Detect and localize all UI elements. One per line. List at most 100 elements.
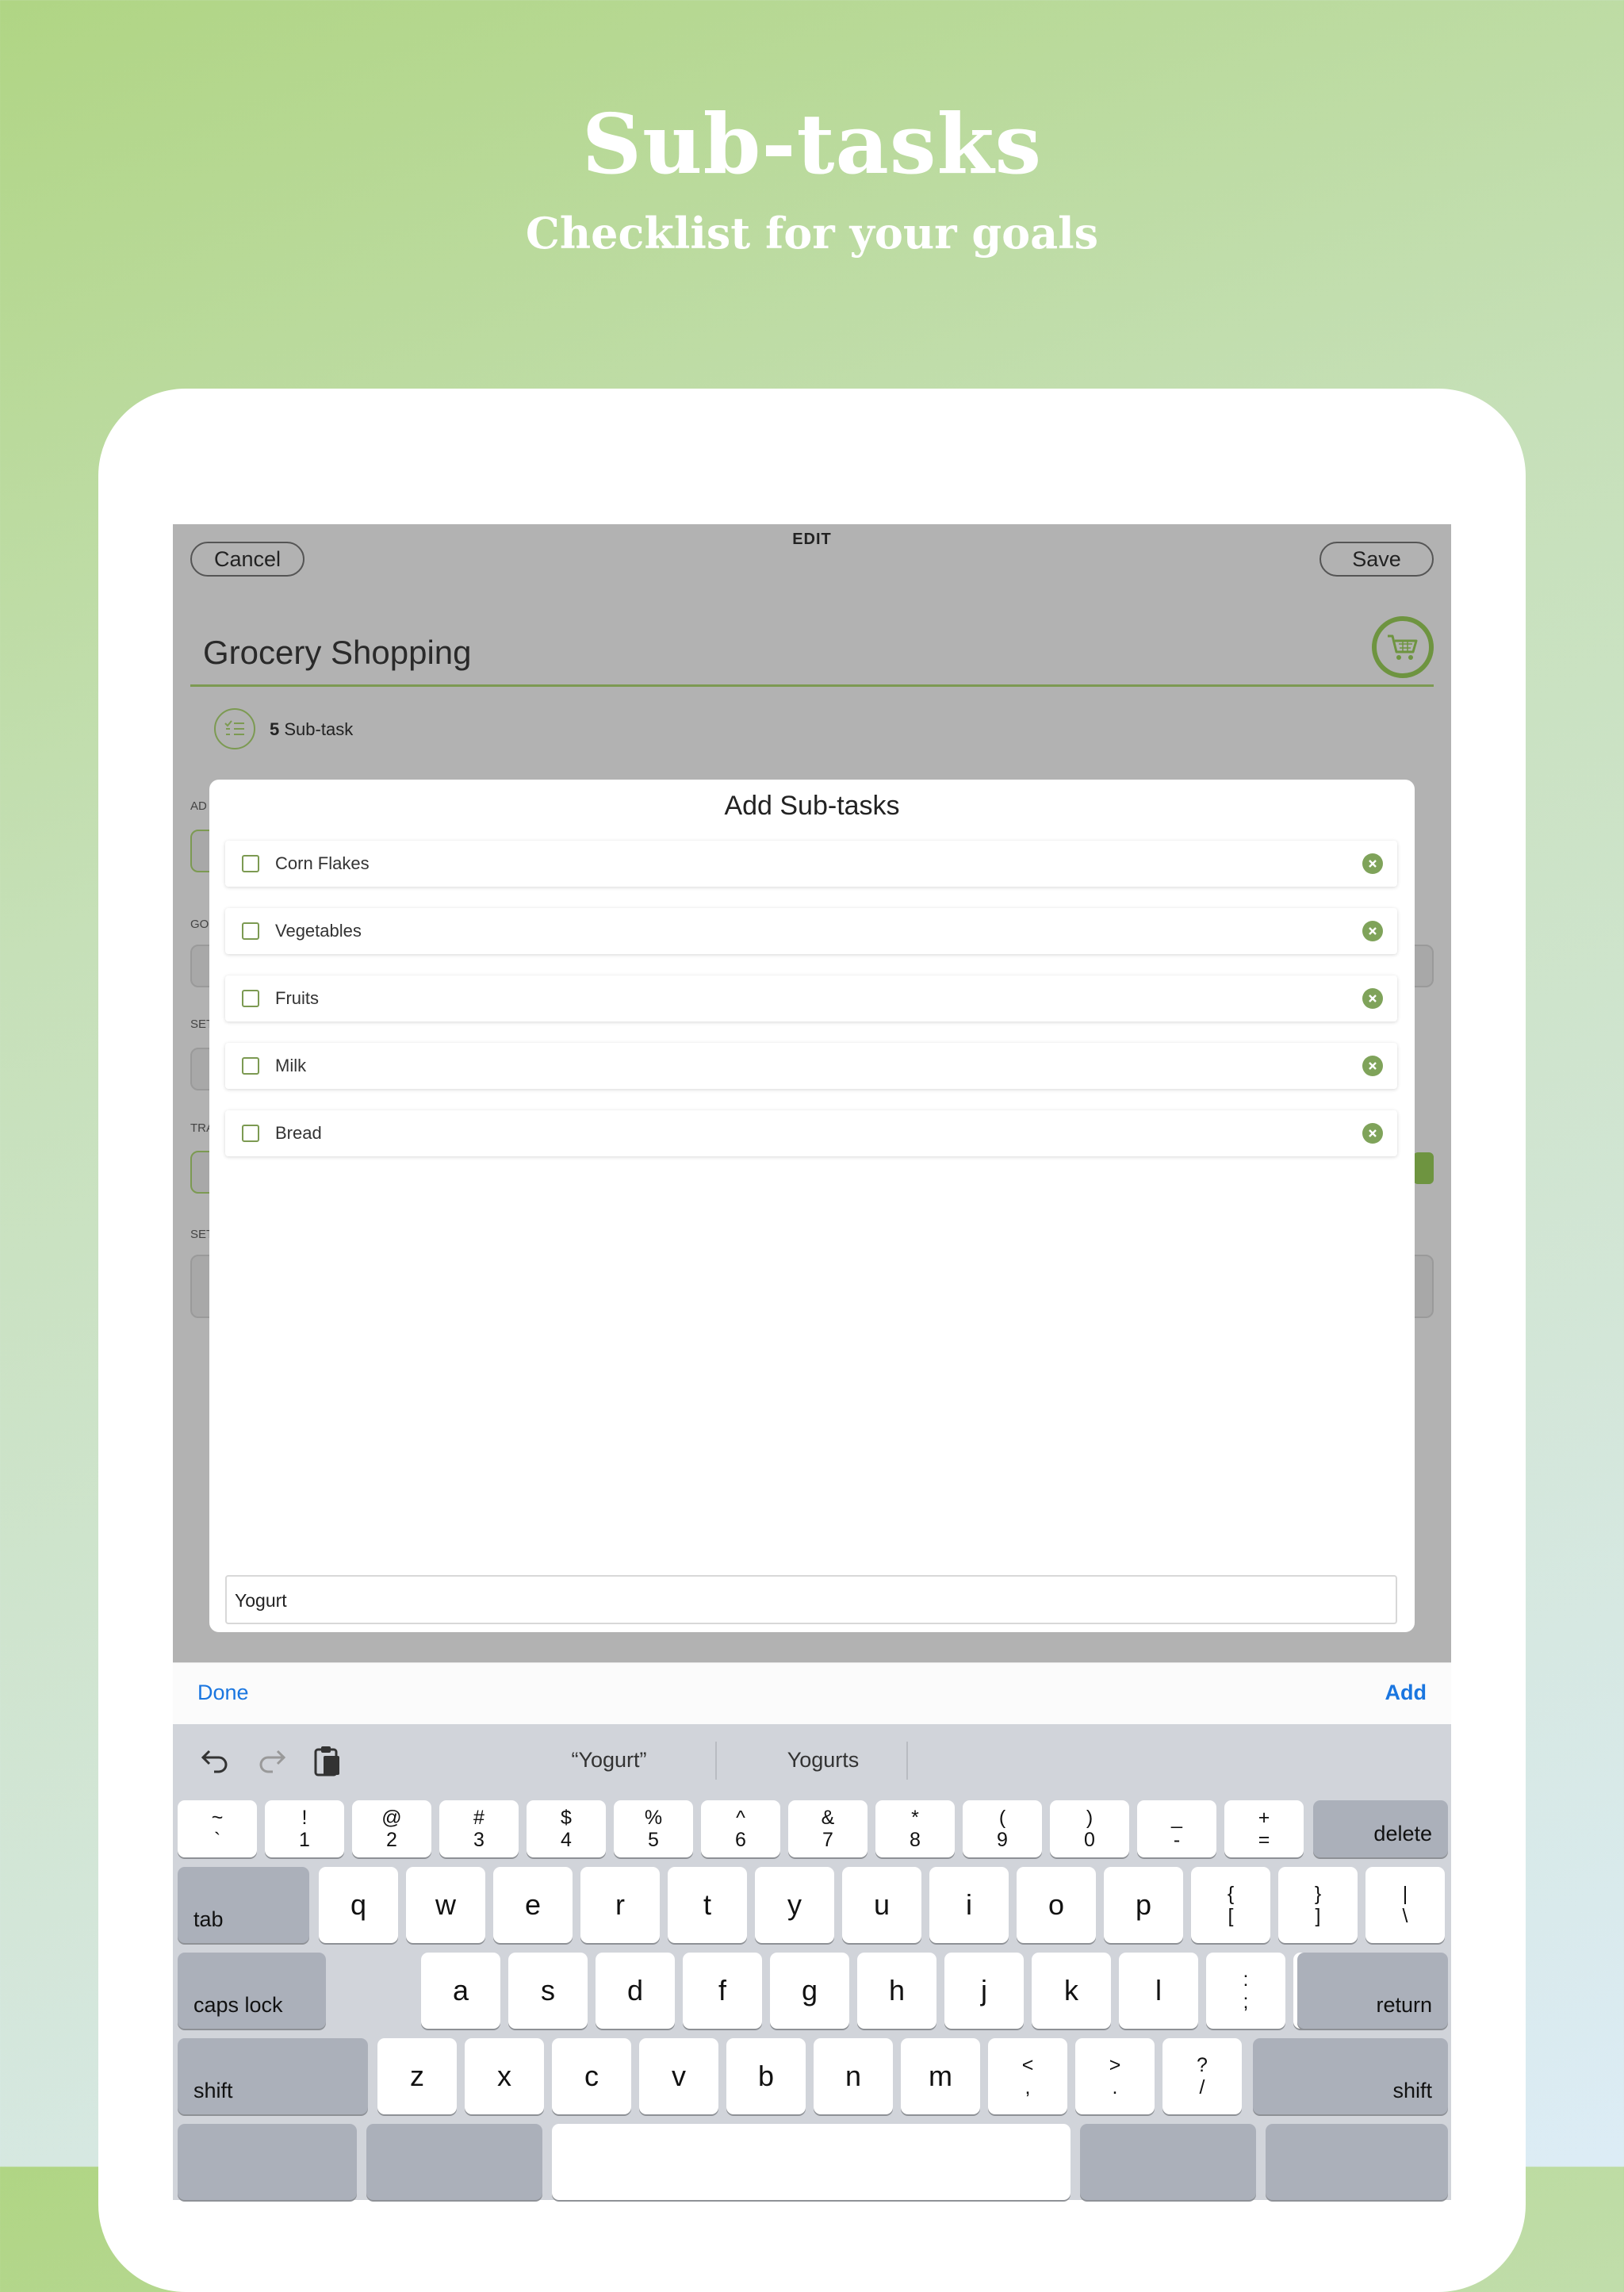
key[interactable]: n	[814, 2038, 893, 2114]
caps-lock-key[interactable]: caps lock	[178, 1953, 326, 2029]
key[interactable]: m	[901, 2038, 980, 2114]
key[interactable]: | \	[1365, 1867, 1445, 1943]
key[interactable]: k	[1032, 1953, 1111, 2029]
key[interactable]: w	[406, 1867, 485, 1943]
shopping-cart-icon[interactable]	[1372, 616, 1434, 678]
key[interactable]: ) 0	[1050, 1800, 1129, 1857]
subtask-checkbox[interactable]	[242, 1057, 259, 1075]
key[interactable]: v	[639, 2038, 718, 2114]
key[interactable]: d	[596, 1953, 675, 2029]
subtask-count: 5 Sub-task	[270, 719, 353, 740]
key-shift-legend: {	[1227, 1883, 1235, 1905]
numbers-key[interactable]	[1080, 2124, 1256, 2200]
key-legend: 3	[473, 1829, 485, 1851]
key-shift-legend: #	[473, 1807, 485, 1829]
key[interactable]: t	[668, 1867, 747, 1943]
globe-key[interactable]	[178, 2124, 357, 2200]
tracking-toggle[interactable]	[1413, 1152, 1434, 1184]
key[interactable]: {[	[1191, 1867, 1270, 1943]
key[interactable]: q	[319, 1867, 398, 1943]
key[interactable]: b	[726, 2038, 806, 2114]
subtask-checkbox[interactable]	[242, 990, 259, 1007]
subtask-label: Corn Flakes	[275, 853, 370, 873]
new-subtask-input[interactable]: Yogurt	[225, 1575, 1397, 1624]
key[interactable]: r	[580, 1867, 660, 1943]
checklist-icon[interactable]	[214, 708, 255, 749]
key[interactable]: & 7	[788, 1800, 868, 1857]
shift-key[interactable]: shift	[1253, 2038, 1448, 2114]
suggestion-item[interactable]: “Yogurt”	[538, 1748, 680, 1773]
remove-icon[interactable]	[1362, 853, 1383, 874]
key-legends: | \	[1403, 1883, 1408, 1927]
key[interactable]: @2	[352, 1800, 431, 1857]
key[interactable]: ^ 6	[701, 1800, 780, 1857]
key[interactable]: p	[1104, 1867, 1183, 1943]
key[interactable]: u	[842, 1867, 921, 1943]
subtask-checkbox[interactable]	[242, 922, 259, 940]
key[interactable]: i	[929, 1867, 1009, 1943]
key-legend: -	[1173, 1829, 1181, 1851]
key[interactable]: f	[683, 1953, 762, 2029]
key[interactable]: ~ `	[178, 1800, 257, 1857]
goal-name-field[interactable]: Grocery Shopping	[203, 634, 472, 672]
tab-key[interactable]: tab	[178, 1867, 309, 1943]
undo-icon[interactable]	[198, 1743, 233, 1778]
key[interactable]: x	[465, 2038, 544, 2114]
key[interactable]: + =	[1224, 1800, 1304, 1857]
key-legend: `	[213, 1829, 221, 1851]
delete-key[interactable]: delete	[1313, 1800, 1448, 1857]
redo-icon[interactable]	[254, 1743, 289, 1778]
key[interactable]: :;	[1206, 1953, 1285, 2029]
key-legend: ;	[1243, 1991, 1249, 2013]
key[interactable]: s	[508, 1953, 588, 2029]
key-shift-legend: _	[1171, 1807, 1182, 1829]
key[interactable]: ? /	[1162, 2038, 1242, 2114]
suggestion-item[interactable]: Yogurts	[728, 1748, 918, 1773]
key[interactable]: l	[1119, 1953, 1198, 2029]
key-legend: [	[1228, 1905, 1234, 1927]
space-key[interactable]	[552, 2124, 1071, 2200]
key[interactable]: ! 1	[265, 1800, 344, 1857]
section-label: AD	[190, 799, 207, 813]
done-button[interactable]: Done	[197, 1681, 249, 1705]
subtask-label: Vegetables	[275, 921, 362, 941]
shift-key[interactable]: shift	[178, 2038, 368, 2114]
subtask-checkbox[interactable]	[242, 1125, 259, 1142]
key[interactable]: e	[493, 1867, 573, 1943]
key-legends: _ -	[1171, 1807, 1182, 1851]
key[interactable]: y	[755, 1867, 834, 1943]
remove-icon[interactable]	[1362, 1123, 1383, 1144]
key[interactable]: % 5	[614, 1800, 693, 1857]
key[interactable]: _ -	[1137, 1800, 1216, 1857]
key[interactable]: $4	[527, 1800, 606, 1857]
numbers-key[interactable]	[366, 2124, 542, 2200]
key[interactable]: c	[552, 2038, 631, 2114]
add-button[interactable]: Add	[1385, 1681, 1427, 1705]
key[interactable]: o	[1017, 1867, 1096, 1943]
remove-icon[interactable]	[1362, 1056, 1383, 1076]
key[interactable]: }]	[1278, 1867, 1358, 1943]
remove-icon[interactable]	[1362, 921, 1383, 941]
key[interactable]: a	[421, 1953, 500, 2029]
key[interactable]: >.	[1075, 2038, 1155, 2114]
cancel-button[interactable]: Cancel	[190, 542, 304, 577]
key-legend: \	[1402, 1905, 1408, 1927]
key[interactable]: #3	[439, 1800, 519, 1857]
subtask-checkbox[interactable]	[242, 855, 259, 872]
key[interactable]: h	[857, 1953, 936, 2029]
return-key[interactable]: return	[1297, 1953, 1448, 2029]
key-legends: :;	[1243, 1968, 1249, 2013]
key[interactable]: * 8	[875, 1800, 955, 1857]
keyboard-dismiss-key[interactable]	[1266, 2124, 1448, 2200]
key[interactable]: g	[770, 1953, 849, 2029]
hero-subtitle: Checklist for your goals	[525, 208, 1099, 259]
paste-icon[interactable]	[309, 1743, 344, 1778]
key[interactable]: z	[377, 2038, 457, 2114]
key[interactable]: <,	[988, 2038, 1067, 2114]
key-legends: (9	[997, 1807, 1008, 1851]
remove-icon[interactable]	[1362, 988, 1383, 1009]
key-shift-legend: %	[644, 1807, 663, 1829]
key[interactable]: j	[944, 1953, 1024, 2029]
key[interactable]: (9	[963, 1800, 1042, 1857]
save-button[interactable]: Save	[1320, 542, 1434, 577]
